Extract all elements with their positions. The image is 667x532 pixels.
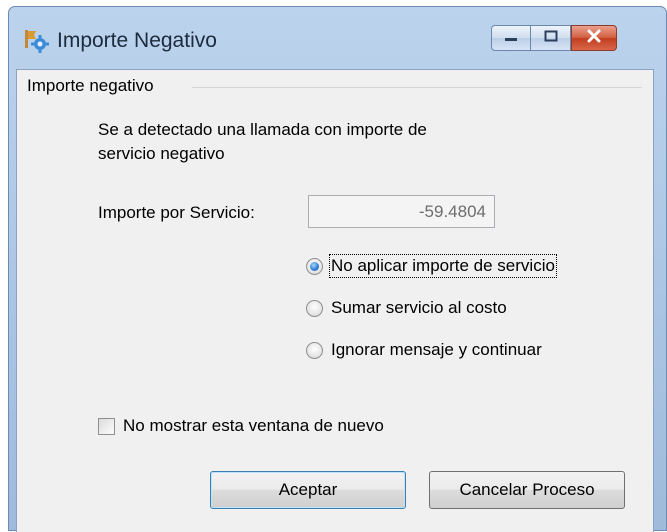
radio-label-ignore: Ignorar mensaje y continuar xyxy=(331,340,542,359)
dont-show-again-checkbox[interactable] xyxy=(98,417,115,435)
group-legend: Importe negativo xyxy=(27,76,160,96)
radio-label-no-apply: No aplicar importe de servicio xyxy=(329,254,557,278)
radio-button[interactable] xyxy=(306,299,323,317)
app-gear-icon xyxy=(23,27,49,53)
title-bar[interactable]: Importe Negativo xyxy=(9,7,666,69)
radio-ignore[interactable]: Ignorar mensaje y continuar xyxy=(306,340,542,360)
dont-show-again-row[interactable]: No mostrar esta ventana de nuevo xyxy=(98,416,384,436)
radio-no-apply[interactable]: No aplicar importe de servicio xyxy=(306,254,557,278)
message-text: Se a detectado una llamada con importe d… xyxy=(98,118,558,166)
radio-button[interactable] xyxy=(306,341,323,359)
maximize-icon xyxy=(543,29,559,48)
amount-label: Importe por Servicio: xyxy=(98,203,255,222)
cancel-process-button[interactable]: Cancelar Proceso xyxy=(429,471,625,509)
close-icon xyxy=(586,29,602,48)
minimize-icon xyxy=(503,29,519,47)
maximize-button[interactable] xyxy=(531,25,571,51)
dont-show-again-label: No mostrar esta ventana de nuevo xyxy=(123,416,384,435)
radio-label-add-to-cost: Sumar servicio al costo xyxy=(331,298,507,317)
group-divider xyxy=(192,87,642,88)
dialog-window: Importe Negativo Importe negativo Se a d… xyxy=(8,6,667,532)
radio-button-selected[interactable] xyxy=(306,257,323,275)
message-line-2: servicio negativo xyxy=(98,144,225,163)
message-line-1: Se a detectado una llamada con importe d… xyxy=(98,120,427,139)
window-title: Importe Negativo xyxy=(57,29,217,52)
dialog-body: Importe negativo Se a detectado una llam… xyxy=(16,69,654,532)
radio-add-to-cost[interactable]: Sumar servicio al costo xyxy=(306,298,507,318)
accept-button[interactable]: Aceptar xyxy=(210,471,406,509)
minimize-button[interactable] xyxy=(491,25,531,51)
amount-field[interactable] xyxy=(308,195,495,228)
close-button[interactable] xyxy=(571,25,617,51)
